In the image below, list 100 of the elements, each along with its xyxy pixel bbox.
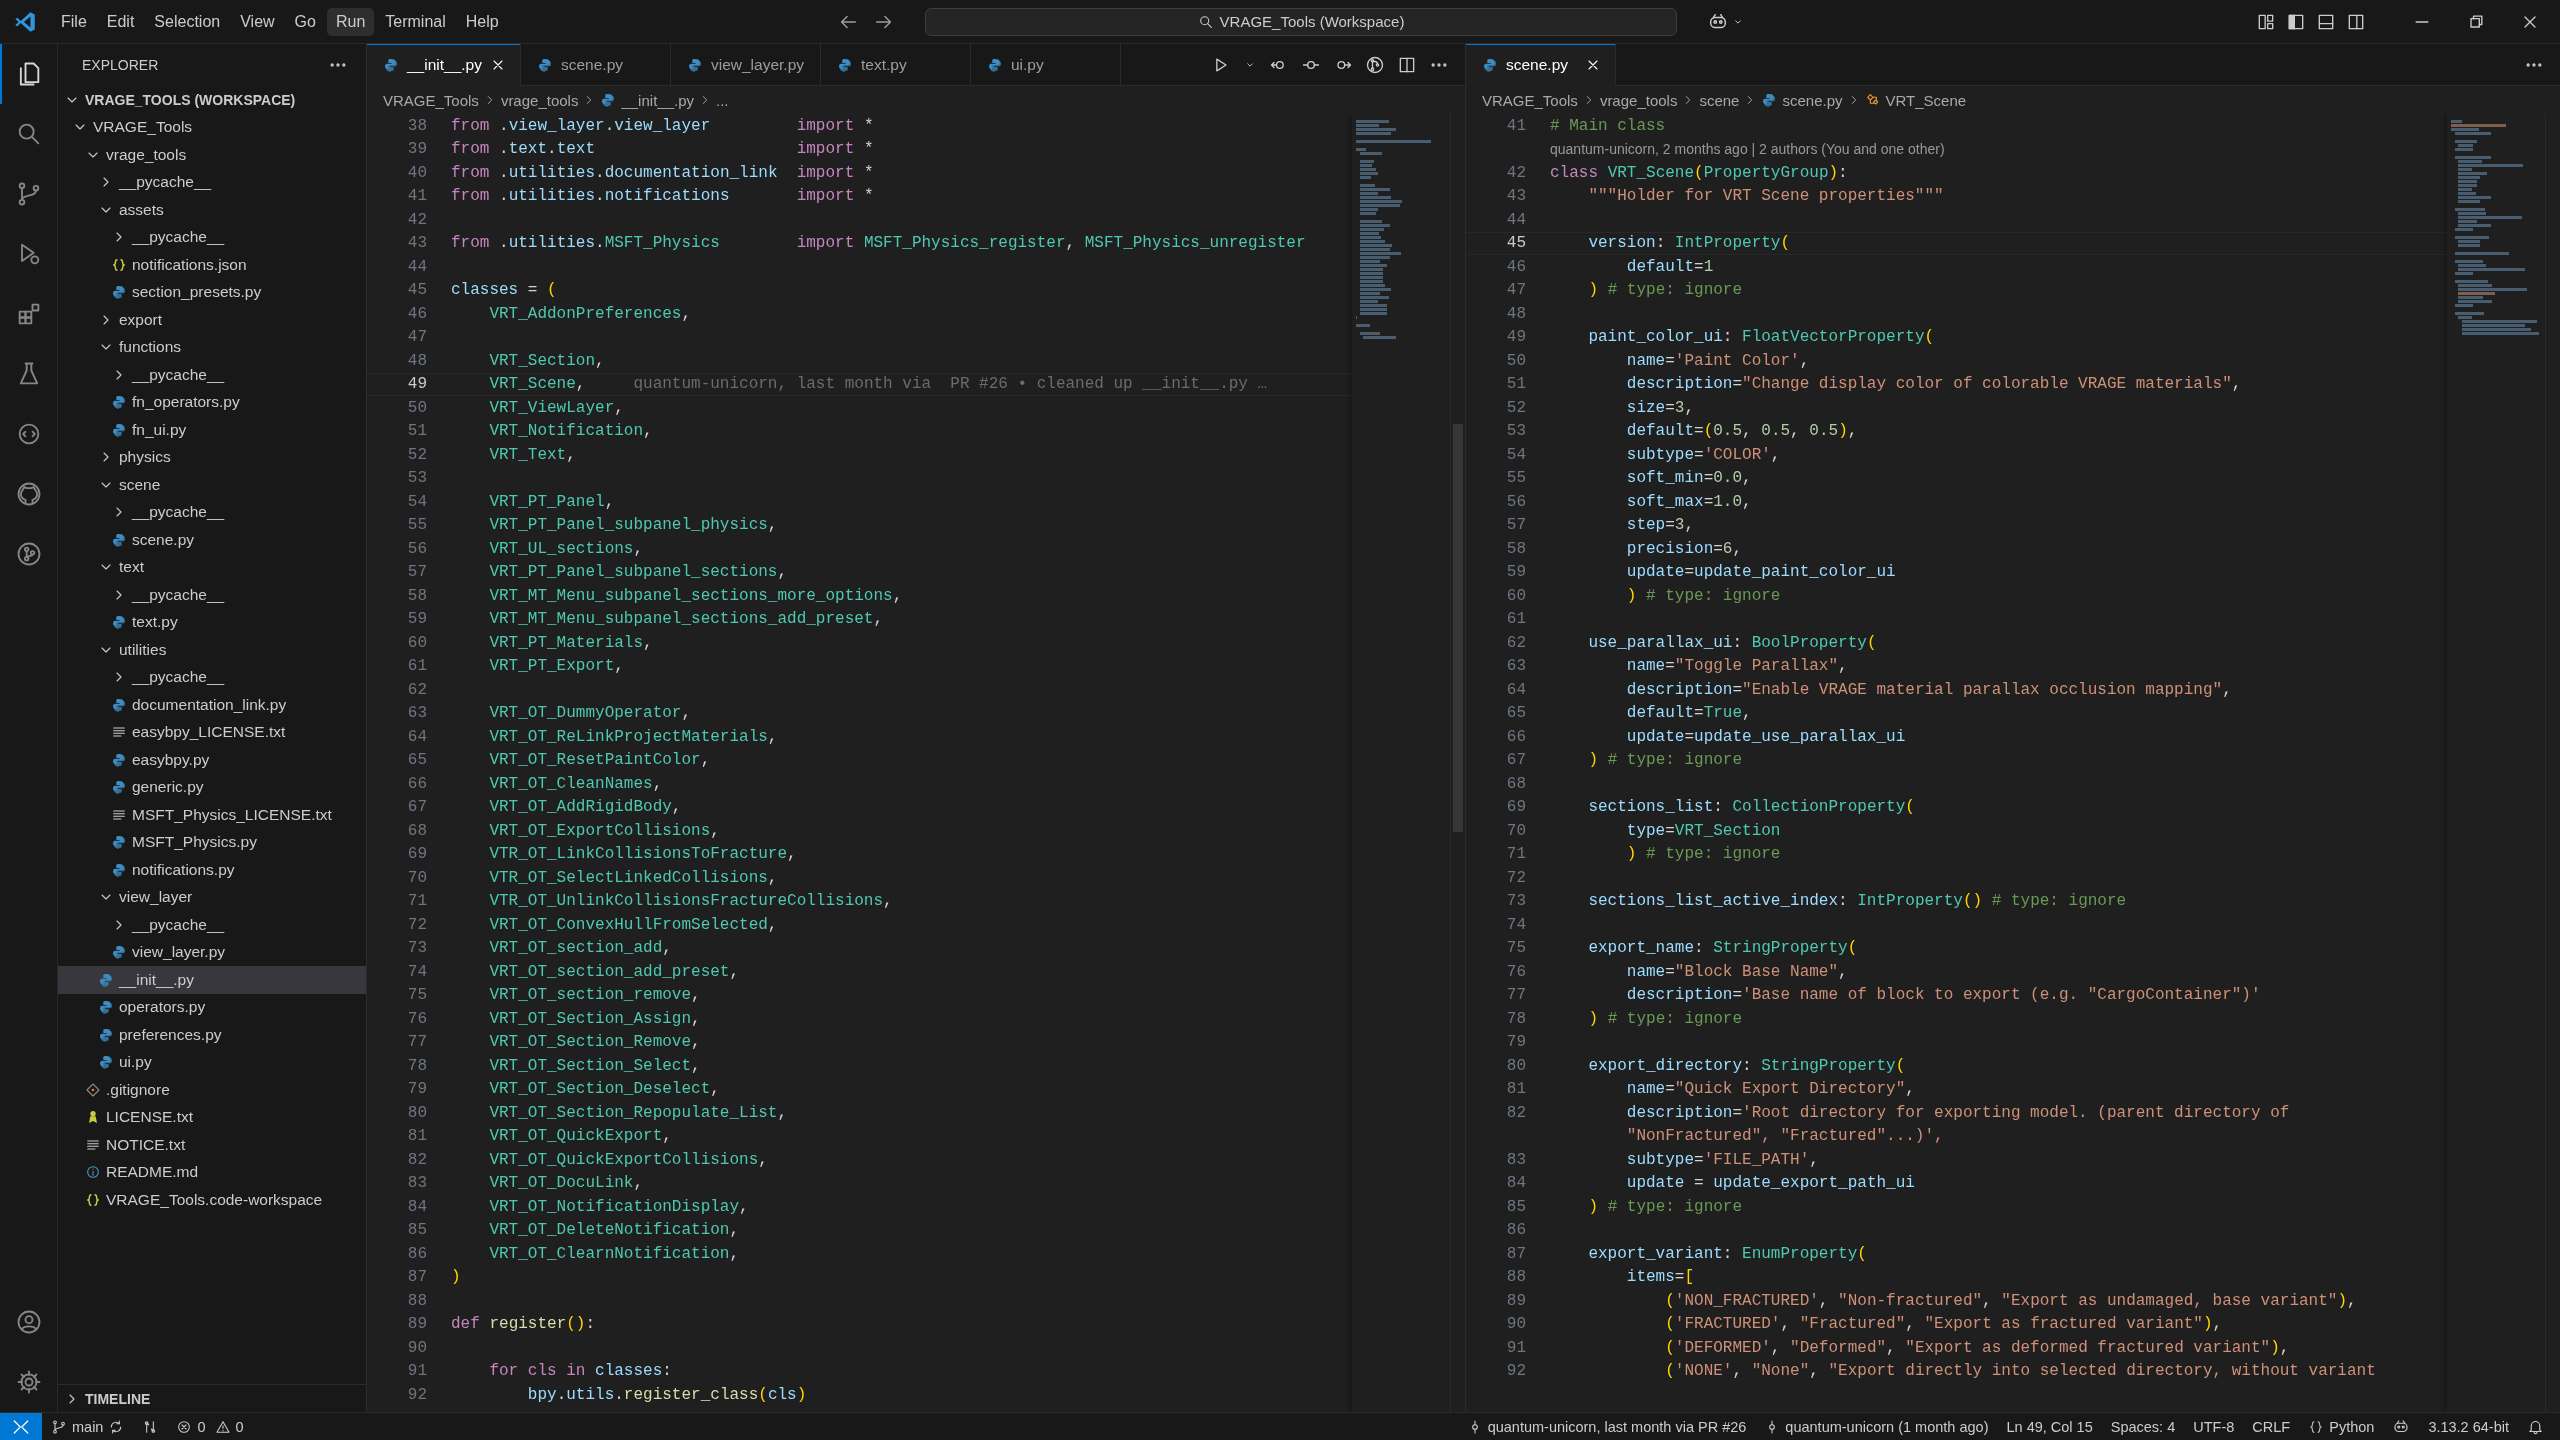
tree-item[interactable]: view_layer.py <box>58 938 366 966</box>
breadcrumb-item[interactable]: VRAGE_Tools <box>383 91 479 109</box>
tree-item[interactable]: easybpy.py <box>58 746 366 774</box>
tree-item[interactable]: scene.py <box>58 526 366 554</box>
code-line: VRT_OT_section_add, <box>488 939 672 958</box>
tree-item[interactable]: operators.py <box>58 993 366 1021</box>
code-line: description='Root directory for exporting model. (parent directory of <box>1625 1103 2290 1122</box>
codelens-text[interactable]: quantum-unicorn, 2 months ago | 2 authors (You and one other) <box>1550 141 1945 158</box>
errors-item[interactable]: 0 <box>167 1413 215 1440</box>
tree-item[interactable]: __pycache__ <box>58 581 366 609</box>
pull-request-icon[interactable] <box>1365 54 1385 75</box>
tree-item[interactable]: physics <box>58 443 366 471</box>
editor-tab[interactable]: scene.py <box>1466 44 1616 86</box>
breadcrumb-item[interactable]: ... <box>716 91 729 109</box>
tree-item[interactable]: functions <box>58 333 366 361</box>
tree-item[interactable]: preferences.py <box>58 1021 366 1049</box>
code-line: import * <box>796 140 874 159</box>
code-line: VRT_OT_QuickExportCollisions, <box>488 1150 768 1169</box>
tree-item[interactable]: utilities <box>58 636 366 664</box>
workspace-header[interactable]: VRAGE_TOOLS (WORKSPACE) <box>58 86 366 114</box>
line-number: 92 <box>406 1385 427 1404</box>
status-item[interactable]: CRLF <box>2243 1413 2300 1440</box>
line-number: 41 <box>1505 116 1526 135</box>
tree-item[interactable]: LICENSE.txt <box>58 1103 366 1131</box>
tree-item[interactable]: __init__.py <box>58 966 366 994</box>
breadcrumb-item[interactable]: VRT_Scene <box>1864 91 1967 109</box>
python-file-icon <box>111 779 127 796</box>
breadcrumb-item[interactable]: scene <box>1699 91 1740 109</box>
remote-button[interactable] <box>0 1413 42 1440</box>
tree-item[interactable]: text.py <box>58 608 366 636</box>
tree-item[interactable]: documentation_link.py <box>58 691 366 719</box>
tree-item[interactable]: __pycache__ <box>58 911 366 939</box>
tree-item[interactable]: .gitignore <box>58 1076 366 1104</box>
tree-item[interactable]: fn_ui.py <box>58 416 366 444</box>
breadcrumb-item[interactable]: vrage_tools <box>1599 91 1678 109</box>
editor-tab[interactable]: __init__.py <box>367 44 521 86</box>
line-number: 85 <box>1505 1197 1526 1216</box>
status-item[interactable]: 3.13.2 64-bit <box>2419 1413 2518 1440</box>
code-line: classes = ( <box>451 281 557 300</box>
line-number: 67 <box>1505 751 1526 770</box>
command-center[interactable]: VRAGE_Tools (Workspace) <box>925 7 1677 36</box>
python-file-icon <box>98 999 114 1016</box>
bell-icon <box>2527 1418 2544 1435</box>
tree-item[interactable]: __pycache__ <box>58 361 366 389</box>
breadcrumb-item[interactable]: VRAGE_Tools <box>1482 91 1578 109</box>
status-item[interactable]: quantum-unicorn, last month via PR #26 <box>1457 1413 1756 1440</box>
line-number: 76 <box>1505 962 1526 981</box>
line-number: 72 <box>1505 868 1526 887</box>
menu-item[interactable]: Selection <box>145 7 230 36</box>
tree-item[interactable]: NOTICE.txt <box>58 1131 366 1159</box>
line-number: 43 <box>1505 187 1526 206</box>
tree-item[interactable]: view_layer <box>58 883 366 911</box>
tree-item[interactable]: VRAGE_Tools.code-workspace <box>58 1186 366 1214</box>
tree-item[interactable]: __pycache__ <box>58 498 366 526</box>
code-line: name='Paint Color', <box>1625 351 1810 370</box>
tree-item[interactable]: notifications.py <box>58 856 366 884</box>
branch-item[interactable]: main <box>42 1413 134 1440</box>
status-item[interactable]: Python <box>2299 1413 2384 1440</box>
tree-item[interactable]: text <box>58 553 366 581</box>
warnings-item[interactable]: 0 <box>214 1413 253 1440</box>
tree-item[interactable]: easybpy_LICENSE.txt <box>58 718 366 746</box>
status-item[interactable]: Ln 49, Col 15 <box>1997 1413 2102 1440</box>
line-number: 69 <box>406 845 427 864</box>
tree-item[interactable]: README.md <box>58 1158 366 1186</box>
menu-item[interactable]: File <box>52 7 96 36</box>
line-number: 83 <box>1505 1150 1526 1169</box>
tree-item[interactable]: __pycache__ <box>58 168 366 196</box>
code-line: VRT_ViewLayer, <box>488 398 624 417</box>
tree-item[interactable]: vrage_tools <box>58 141 366 169</box>
tree-item[interactable]: section_presets.py <box>58 278 366 306</box>
status-item[interactable]: UTF-8 <box>2184 1413 2244 1440</box>
tree-item[interactable]: ui.py <box>58 1048 366 1076</box>
status-item[interactable]: Spaces: 4 <box>2101 1413 2185 1440</box>
breadcrumb-item[interactable]: scene.py <box>1761 91 1843 109</box>
code-line: soft_min=0.0, <box>1625 469 1752 488</box>
tree-item[interactable]: MSFT_Physics_LICENSE.txt <box>58 801 366 829</box>
tree-item[interactable]: VRAGE_Tools <box>58 113 366 141</box>
menu-item[interactable]: Help <box>456 7 508 36</box>
tree-item[interactable]: generic.py <box>58 773 366 801</box>
tree-item[interactable]: assets <box>58 196 366 224</box>
line-number: 59 <box>1505 563 1526 582</box>
line-number: 70 <box>1505 821 1526 840</box>
menu-item[interactable]: Go <box>285 7 325 36</box>
scrollbar-thumb[interactable] <box>1453 424 1463 832</box>
menu-item[interactable]: Run <box>326 7 375 36</box>
tree-item[interactable]: notifications.json <box>58 251 366 279</box>
menu-item[interactable]: Terminal <box>376 7 455 36</box>
menu-item[interactable]: View <box>231 7 284 36</box>
tree-item[interactable]: export <box>58 306 366 334</box>
tree-item[interactable]: fn_operators.py <box>58 388 366 416</box>
code-line: import * <box>796 187 874 206</box>
status-item[interactable]: quantum-unicorn (1 month ago) <box>1755 1413 1998 1440</box>
breadcrumb-item[interactable]: vrage_tools <box>500 91 579 109</box>
tree-item[interactable]: __pycache__ <box>58 663 366 691</box>
code-line: ) # type: ignore <box>1625 845 1781 864</box>
tree-item[interactable]: MSFT_Physics.py <box>58 828 366 856</box>
breadcrumb-item[interactable]: __init__.py <box>600 91 694 109</box>
menu-item[interactable]: Edit <box>97 7 144 36</box>
tree-item[interactable]: __pycache__ <box>58 223 366 251</box>
tree-item[interactable]: scene <box>58 471 366 499</box>
